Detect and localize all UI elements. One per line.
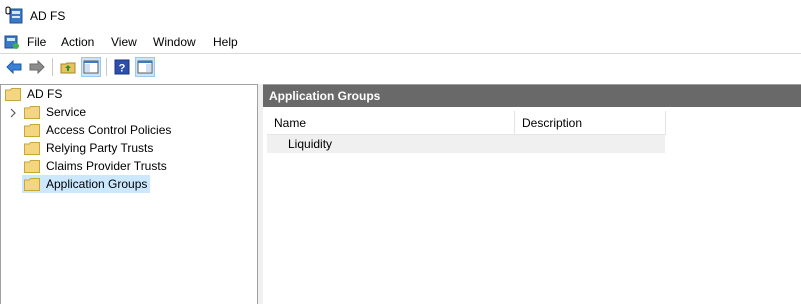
tree-item-service[interactable]: Service bbox=[24, 103, 86, 121]
results-pane-title: Application Groups bbox=[263, 85, 801, 107]
list-item[interactable]: Liquidity bbox=[267, 135, 665, 153]
show-hide-action-pane-button[interactable] bbox=[135, 57, 155, 77]
tree-item-relying-party-trusts[interactable]: Relying Party Trusts bbox=[24, 139, 153, 157]
tree-item-label: Service bbox=[46, 105, 87, 119]
folder-icon bbox=[24, 123, 40, 137]
column-divider[interactable] bbox=[665, 111, 666, 135]
ad-fs-app-icon bbox=[5, 6, 23, 24]
column-header-label: Description bbox=[522, 115, 583, 130]
up-folder-icon bbox=[60, 62, 76, 74]
tree-item-claims-provider-trusts[interactable]: Claims Provider Trusts bbox=[24, 157, 167, 175]
menu-window[interactable]: Window bbox=[153, 35, 196, 49]
up-one-level-button[interactable] bbox=[58, 57, 78, 77]
tree-item-label: Access Control Policies bbox=[46, 123, 172, 137]
mmc-console-icon[interactable] bbox=[3, 33, 21, 51]
tree-item-ad-fs[interactable]: AD FS bbox=[5, 85, 62, 103]
show-hide-console-tree-button[interactable] bbox=[81, 57, 101, 77]
forward-icon bbox=[29, 60, 45, 74]
tree-item-application-groups[interactable]: Application Groups bbox=[22, 175, 151, 193]
tree-item-access-control-policies[interactable]: Access Control Policies bbox=[24, 121, 171, 139]
column-header-name[interactable]: Name bbox=[267, 111, 514, 135]
tree-item-label: Application Groups bbox=[46, 177, 148, 191]
column-header-label: Name bbox=[274, 115, 307, 130]
forward-button[interactable] bbox=[27, 57, 47, 77]
tree-item-label: Claims Provider Trusts bbox=[46, 159, 167, 173]
column-header-description[interactable]: Description bbox=[515, 111, 665, 135]
folder-icon bbox=[24, 177, 40, 191]
menu-help[interactable]: Help bbox=[213, 35, 238, 49]
back-icon bbox=[6, 60, 22, 74]
show-hide-action-pane-icon bbox=[137, 60, 153, 74]
toolbar-separator bbox=[52, 58, 53, 76]
list-item-name: Liquidity bbox=[288, 137, 333, 151]
folder-icon bbox=[24, 159, 40, 173]
results-pane: Application Groups Name Description Liqu… bbox=[263, 84, 801, 304]
toolbar: ? bbox=[0, 53, 801, 79]
folder-icon bbox=[24, 141, 40, 155]
tree-item-label: AD FS bbox=[27, 87, 63, 101]
help-button[interactable]: ? bbox=[112, 57, 132, 77]
menu-bar: File Action View Window Help bbox=[0, 31, 801, 53]
back-button[interactable] bbox=[4, 57, 24, 77]
folder-icon bbox=[24, 105, 40, 119]
show-hide-console-tree-icon bbox=[83, 60, 99, 74]
menu-file[interactable]: File bbox=[27, 35, 46, 49]
menu-view[interactable]: View bbox=[111, 35, 137, 49]
toolbar-separator bbox=[106, 58, 107, 76]
svg-text:?: ? bbox=[119, 63, 126, 75]
tree-item-label: Relying Party Trusts bbox=[46, 141, 154, 155]
window-title: AD FS bbox=[30, 9, 66, 23]
menu-action[interactable]: Action bbox=[61, 35, 94, 49]
folder-icon bbox=[5, 87, 21, 101]
help-icon: ? bbox=[114, 59, 130, 75]
title-bar: AD FS bbox=[0, 0, 801, 31]
chevron-right-icon[interactable] bbox=[8, 108, 18, 118]
